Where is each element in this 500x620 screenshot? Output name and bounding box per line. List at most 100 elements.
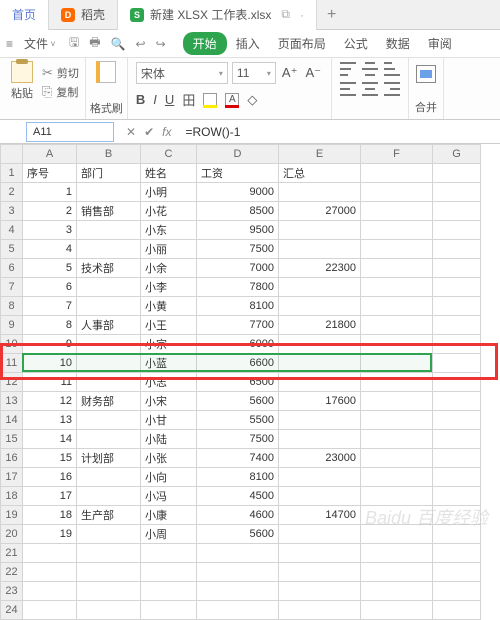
tab-file[interactable]: S新建 XLSX 工作表.xlsx⧉· — [118, 0, 317, 30]
cell[interactable]: 小丽 — [141, 240, 197, 259]
fill-color-button[interactable] — [203, 93, 217, 107]
table-row[interactable]: 1211小志6500 — [1, 373, 481, 392]
col-header[interactable]: B — [77, 145, 141, 164]
cell[interactable]: 人事部 — [77, 316, 141, 335]
cell[interactable] — [361, 411, 433, 430]
text-color-button[interactable]: A — [225, 93, 239, 107]
table-row[interactable]: 1序号部门姓名工资汇总 — [1, 164, 481, 183]
cell[interactable] — [77, 430, 141, 449]
cell[interactable] — [433, 411, 481, 430]
table-row[interactable]: 32销售部小花850027000 — [1, 202, 481, 221]
cell[interactable]: 姓名 — [141, 164, 197, 183]
cell[interactable]: 7800 — [197, 278, 279, 297]
cell[interactable] — [279, 525, 361, 544]
align-middle-button[interactable] — [362, 62, 378, 76]
cell[interactable] — [433, 430, 481, 449]
cell[interactable]: 6 — [23, 278, 77, 297]
table-row[interactable]: 1615计划部小张740023000 — [1, 449, 481, 468]
row-header[interactable]: 24 — [1, 601, 23, 620]
cell[interactable] — [197, 601, 279, 620]
cell[interactable] — [197, 544, 279, 563]
ribbon-tab-layout[interactable]: 页面布局 — [269, 31, 335, 56]
row-header[interactable]: 1 — [1, 164, 23, 183]
cell[interactable]: 7 — [23, 297, 77, 316]
cell[interactable] — [361, 392, 433, 411]
row-header[interactable]: 12 — [1, 373, 23, 392]
cell[interactable]: 23000 — [279, 449, 361, 468]
cell[interactable] — [279, 544, 361, 563]
cell[interactable] — [361, 449, 433, 468]
cell[interactable]: 3 — [23, 221, 77, 240]
cell[interactable] — [433, 506, 481, 525]
cell[interactable]: 5600 — [197, 392, 279, 411]
ribbon-tab-insert[interactable]: 插入 — [227, 31, 269, 56]
cell[interactable]: 6000 — [197, 335, 279, 354]
cell[interactable] — [361, 164, 433, 183]
ribbon-tab-data[interactable]: 数据 — [377, 31, 419, 56]
cell[interactable] — [279, 335, 361, 354]
cell[interactable]: 16 — [23, 468, 77, 487]
table-row[interactable]: 43小东9500 — [1, 221, 481, 240]
row-header[interactable]: 18 — [1, 487, 23, 506]
align-center-button[interactable] — [362, 82, 378, 96]
cell[interactable] — [433, 487, 481, 506]
cell[interactable] — [361, 240, 433, 259]
cell[interactable] — [279, 221, 361, 240]
table-row[interactable]: 65技术部小余700022300 — [1, 259, 481, 278]
cell[interactable]: 小宗 — [141, 335, 197, 354]
row-header[interactable]: 15 — [1, 430, 23, 449]
cell[interactable] — [433, 164, 481, 183]
cell[interactable] — [77, 525, 141, 544]
cell[interactable] — [279, 601, 361, 620]
cell[interactable] — [433, 183, 481, 202]
cell[interactable]: 2 — [23, 202, 77, 221]
table-row[interactable]: 54小丽7500 — [1, 240, 481, 259]
cell[interactable]: 序号 — [23, 164, 77, 183]
cell[interactable]: 17600 — [279, 392, 361, 411]
cell[interactable] — [433, 278, 481, 297]
cell[interactable] — [433, 544, 481, 563]
cell[interactable]: 10 — [23, 354, 77, 373]
cell[interactable]: 5 — [23, 259, 77, 278]
cell[interactable] — [23, 582, 77, 601]
cell[interactable] — [361, 202, 433, 221]
paste-button[interactable]: 粘贴 — [6, 61, 38, 101]
cell[interactable]: 小甘 — [141, 411, 197, 430]
cell[interactable]: 9 — [23, 335, 77, 354]
italic-button[interactable]: I — [153, 92, 157, 107]
cell[interactable] — [141, 563, 197, 582]
cell[interactable] — [361, 487, 433, 506]
cell[interactable] — [433, 525, 481, 544]
formula-input[interactable]: =ROW()-1 — [179, 125, 240, 139]
row-header[interactable]: 17 — [1, 468, 23, 487]
row-header[interactable]: 4 — [1, 221, 23, 240]
cell[interactable] — [433, 316, 481, 335]
cell[interactable]: 小志 — [141, 373, 197, 392]
row-header[interactable]: 22 — [1, 563, 23, 582]
cell[interactable] — [279, 487, 361, 506]
table-row[interactable]: 87小黄8100 — [1, 297, 481, 316]
undo-icon[interactable]: ↩ — [133, 37, 149, 51]
cell[interactable] — [433, 202, 481, 221]
ribbon-tab-start[interactable]: 开始 — [183, 32, 227, 55]
cell[interactable] — [433, 297, 481, 316]
cell[interactable] — [433, 373, 481, 392]
row-header[interactable]: 19 — [1, 506, 23, 525]
cell[interactable]: 8100 — [197, 468, 279, 487]
cell[interactable] — [77, 297, 141, 316]
cell[interactable] — [77, 221, 141, 240]
cell[interactable]: 5600 — [197, 525, 279, 544]
cell[interactable] — [23, 563, 77, 582]
cell[interactable] — [197, 563, 279, 582]
cell[interactable] — [77, 582, 141, 601]
col-header[interactable]: G — [433, 145, 481, 164]
table-row[interactable]: 1110小蓝6600 — [1, 354, 481, 373]
cell[interactable] — [433, 354, 481, 373]
cell[interactable] — [361, 354, 433, 373]
cell[interactable]: 17 — [23, 487, 77, 506]
select-all-corner[interactable] — [1, 145, 23, 164]
table-row[interactable]: 21小明9000 — [1, 183, 481, 202]
cell[interactable]: 销售部 — [77, 202, 141, 221]
cell[interactable] — [77, 278, 141, 297]
cell[interactable]: 财务部 — [77, 392, 141, 411]
